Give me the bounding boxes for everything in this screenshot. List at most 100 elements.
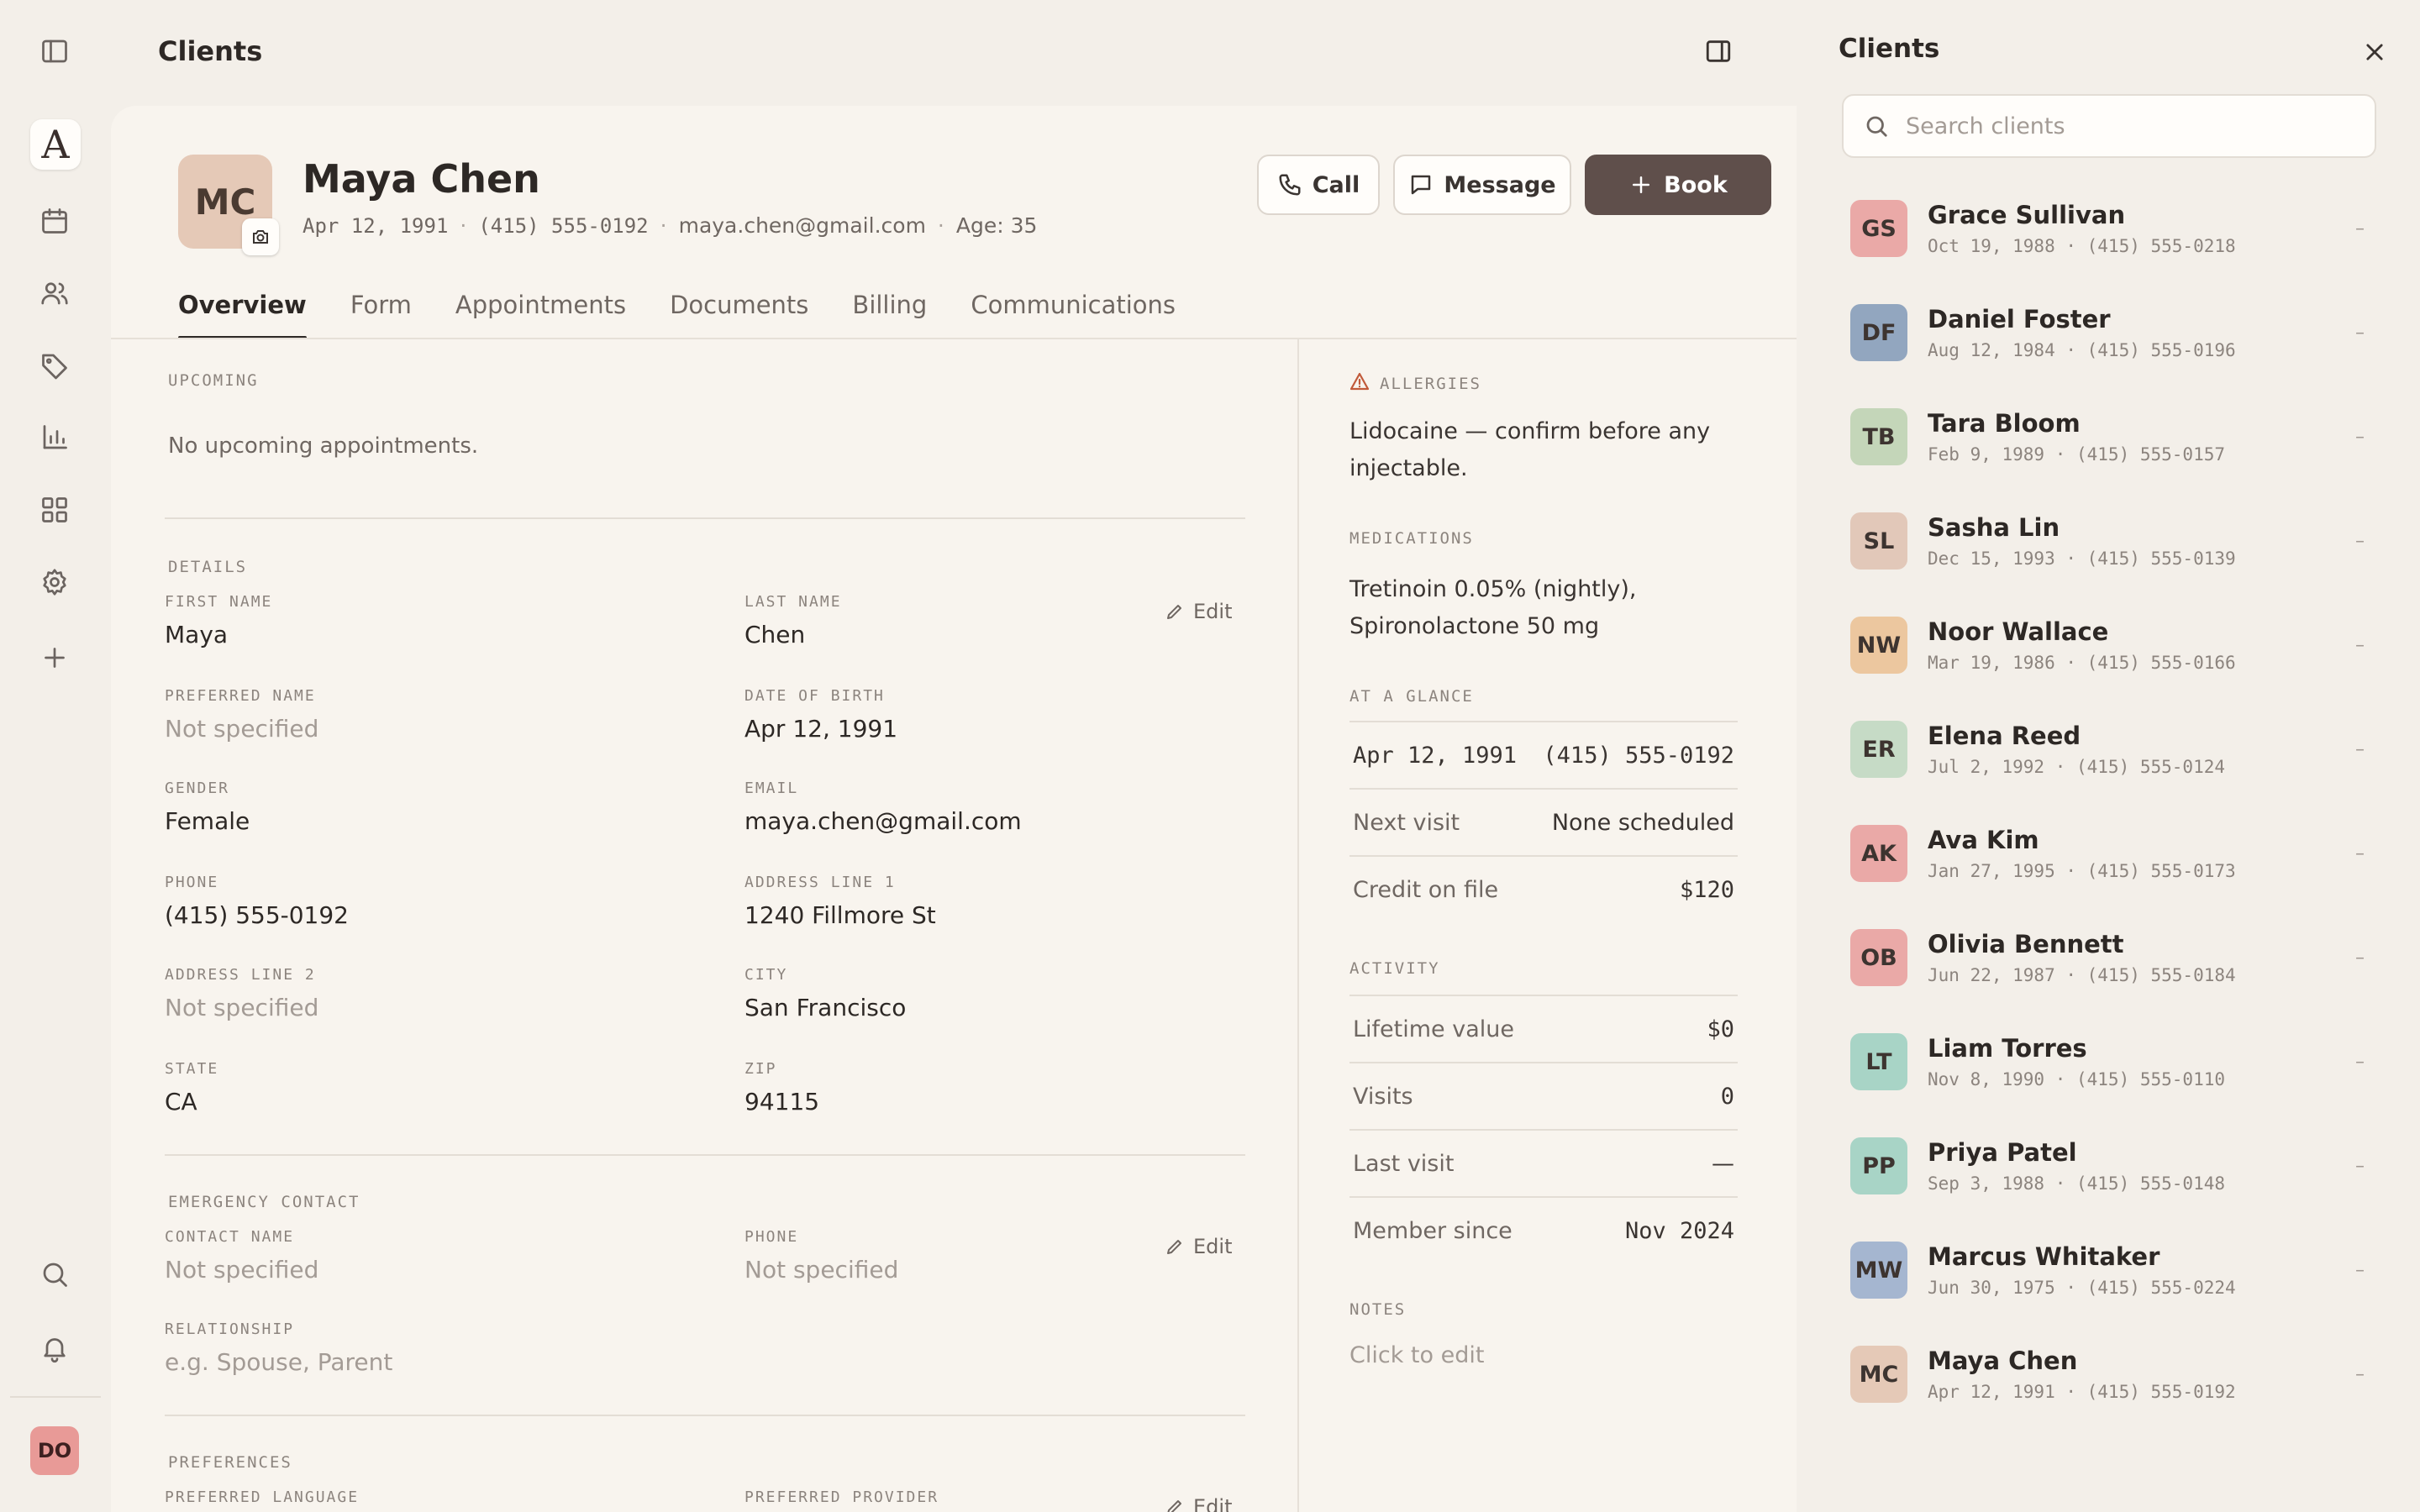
field-value: Chen — [744, 621, 806, 648]
edit-label: Edit — [1193, 600, 1233, 623]
tab-form[interactable]: Form — [350, 291, 412, 339]
dob-field[interactable]: DATE OF BIRTH Apr 12, 1991 — [744, 687, 897, 743]
last-name-field[interactable]: LAST NAME Chen — [744, 593, 842, 648]
address1-field[interactable]: ADDRESS LINE 1 1240 Fillmore St — [744, 874, 936, 929]
grid-icon[interactable] — [30, 486, 79, 534]
search-icon[interactable] — [30, 1250, 79, 1299]
client-subtitle: Jan 27, 1995 · (415) 555-0173 — [1928, 861, 2236, 881]
kv-value: $0 — [1707, 1016, 1734, 1042]
preferred-name-field[interactable]: PREFERRED NAME Not specified — [165, 687, 318, 743]
email-field[interactable]: EMAIL maya.chen@gmail.com — [744, 780, 1022, 835]
client-subtitle: Aug 12, 1984 · (415) 555-0196 — [1928, 340, 2236, 360]
calendar-icon[interactable] — [30, 197, 79, 245]
client-trailing: – — [2355, 843, 2365, 864]
kv-label: Visits — [1353, 1083, 1413, 1110]
tab-appointments[interactable]: Appointments — [455, 291, 626, 339]
contact-name-field[interactable]: CONTACT NAME Not specified — [165, 1228, 318, 1284]
client-info: Ava Kim Jan 27, 1995 · (415) 555-0173 — [1928, 826, 2355, 881]
preferred-provider-field[interactable]: PREFERRED PROVIDER — [744, 1488, 939, 1506]
client-email: maya.chen@gmail.com — [678, 213, 926, 238]
city-field[interactable]: CITY San Francisco — [744, 966, 906, 1021]
client-list-item[interactable]: MW Marcus Whitaker Jun 30, 1975 · (415) 55… — [1842, 1228, 2376, 1312]
gear-icon[interactable] — [30, 558, 79, 606]
plus-icon[interactable] — [30, 633, 79, 682]
details-edit-button[interactable]: Edit — [1165, 600, 1232, 623]
preferred-language-field[interactable]: PREFERRED LANGUAGE — [165, 1488, 359, 1506]
clients-panel: Clients GS Grace Sullivan Oct 19, 1988 · (… — [1797, 0, 2420, 1512]
users-icon[interactable] — [30, 269, 79, 318]
field-label: PREFERRED LANGUAGE — [165, 1488, 360, 1506]
bell-icon[interactable] — [30, 1324, 79, 1373]
field-value: (415) 555-0192 — [165, 901, 349, 929]
divider — [165, 1154, 1245, 1156]
client-trailing: – — [2355, 1155, 2365, 1177]
camera-icon[interactable] — [242, 218, 279, 255]
client-trailing: – — [2355, 947, 2365, 969]
message-button[interactable]: Message — [1393, 155, 1571, 215]
book-button[interactable]: Book — [1585, 155, 1771, 215]
emergency-phone-field[interactable]: PHONE Not specified — [744, 1228, 898, 1284]
call-button[interactable]: Call — [1257, 155, 1380, 215]
allergies-text[interactable]: Lidocaine — confirm before any injectabl… — [1349, 413, 1719, 487]
client-list-item[interactable]: TB Tara Bloom Feb 9, 1989 · (415) 555-0157… — [1842, 395, 2376, 479]
next-visit-row: Next visit None scheduled — [1349, 788, 1738, 855]
user-avatar[interactable]: DO — [30, 1426, 79, 1475]
tab-billing[interactable]: Billing — [852, 291, 927, 339]
panel-toggle-icon[interactable] — [1701, 34, 1736, 69]
state-field[interactable]: STATE CA — [165, 1060, 218, 1116]
sidebar-toggle-icon[interactable] — [30, 27, 79, 76]
client-list-item[interactable]: OB Olivia Bennett Jun 22, 1987 · (415) 555… — [1842, 916, 2376, 1000]
address2-field[interactable]: ADDRESS LINE 2 Not specified — [165, 966, 318, 1021]
client-name: Elena Reed — [1928, 722, 2081, 750]
tag-icon[interactable] — [30, 341, 79, 390]
page-title: Clients — [158, 35, 263, 67]
client-list-item[interactable]: AK Ava Kim Jan 27, 1995 · (415) 555-0173 – — [1842, 811, 2376, 895]
preferences-edit-button[interactable]: Edit — [1165, 1495, 1232, 1512]
client-list-item[interactable]: LT Liam Torres Nov 8, 1990 · (415) 555-011… — [1842, 1020, 2376, 1104]
field-value: San Francisco — [744, 994, 907, 1021]
client-list-item[interactable]: MC Maya Chen Apr 12, 1991 · (415) 555-0192… — [1842, 1332, 2376, 1416]
tab-documents[interactable]: Documents — [670, 291, 808, 339]
client-meta: Apr 12, 1991 · (415) 555-0192 · maya.che… — [302, 213, 1037, 238]
client-phone: (415) 555-0192 — [478, 213, 649, 238]
phone-icon — [1279, 174, 1301, 196]
client-trailing: – — [2355, 1259, 2365, 1281]
client-info: Elena Reed Jul 2, 1992 · (415) 555-0124 — [1928, 722, 2355, 777]
client-avatar: MW — [1850, 1242, 1907, 1299]
field-label: ZIP — [744, 1060, 777, 1078]
kv-value: Nov 2024 — [1624, 1217, 1734, 1244]
app-logo[interactable]: A — [30, 119, 81, 170]
medications-text[interactable]: Tretinoin 0.05% (nightly), Spironolacton… — [1349, 571, 1702, 645]
client-list-item[interactable]: ER Elena Reed Jul 2, 1992 · (415) 555-0124… — [1842, 707, 2376, 791]
client-list-item[interactable]: DF Daniel Foster Aug 12, 1984 · (415) 555-… — [1842, 291, 2376, 375]
client-list-item[interactable]: GS Grace Sullivan Oct 19, 1988 · (415) 555… — [1842, 186, 2376, 270]
client-info: Noor Wallace Mar 19, 1986 · (415) 555-016… — [1928, 617, 2355, 673]
client-info: Maya Chen Apr 12, 1991 · (415) 555-0192 — [1928, 1347, 2355, 1402]
close-icon[interactable] — [2358, 35, 2391, 69]
divider — [165, 517, 1245, 519]
field-label: RELATIONSHIP — [165, 1320, 295, 1338]
tab-overview[interactable]: Overview — [178, 291, 307, 339]
meta-separator: · — [460, 213, 467, 238]
phone-field[interactable]: PHONE (415) 555-0192 — [165, 874, 349, 929]
client-avatar: NW — [1850, 617, 1907, 674]
search-input[interactable] — [1906, 113, 2360, 139]
first-name-field[interactable]: FIRST NAME Maya — [165, 593, 272, 648]
client-list-item[interactable]: SL Sasha Lin Dec 15, 1993 · (415) 555-0139… — [1842, 499, 2376, 583]
notes-label: NOTES — [1349, 1300, 1407, 1319]
client-list-item[interactable]: PP Priya Patel Sep 3, 1988 · (415) 555-014… — [1842, 1124, 2376, 1208]
relationship-field[interactable]: RELATIONSHIP e.g. Spouse, Parent — [165, 1320, 392, 1376]
client-subtitle: Nov 8, 1990 · (415) 555-0110 — [1928, 1069, 2226, 1089]
client-trailing: – — [2355, 322, 2365, 344]
zip-field[interactable]: ZIP 94115 — [744, 1060, 819, 1116]
notes-field[interactable]: Click to edit — [1349, 1342, 1738, 1368]
client-list-item[interactable]: NW Noor Wallace Mar 19, 1986 · (415) 555-0… — [1842, 603, 2376, 687]
client-subtitle: Jun 22, 1987 · (415) 555-0184 — [1928, 965, 2236, 985]
gender-field[interactable]: GENDER Female — [165, 780, 250, 835]
client-name: Maya Chen — [1928, 1347, 2078, 1375]
bar-chart-icon[interactable] — [30, 413, 79, 462]
tab-communications[interactable]: Communications — [971, 291, 1176, 339]
emergency-edit-button[interactable]: Edit — [1165, 1235, 1232, 1258]
edit-label: Edit — [1193, 1495, 1233, 1512]
client-subtitle: Jul 2, 1992 · (415) 555-0124 — [1928, 757, 2226, 777]
